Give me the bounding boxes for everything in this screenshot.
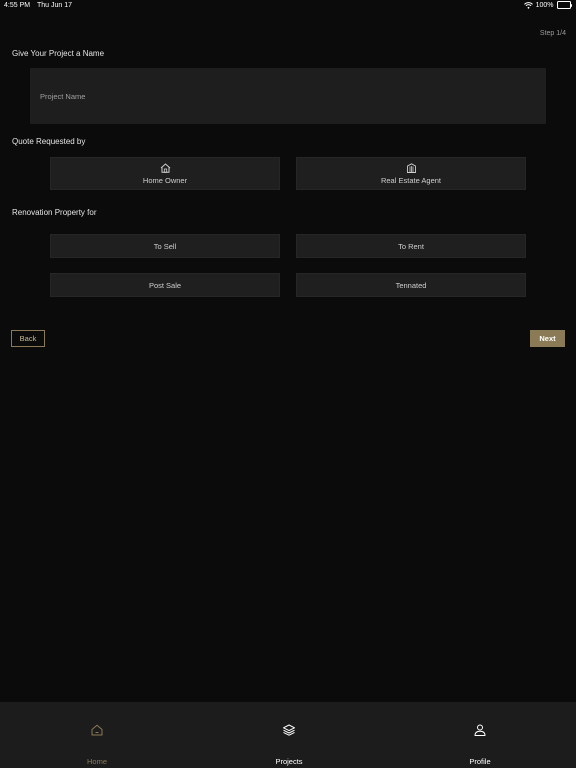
home-owner-label: Home Owner — [142, 175, 188, 185]
status-indicators: 100% — [523, 1, 572, 9]
tab-projects[interactable]: Projects — [229, 702, 349, 768]
home-owner-button[interactable]: Home Owner — [50, 157, 280, 190]
tab-projects-label: Projects — [275, 757, 303, 766]
building-icon — [406, 162, 417, 173]
status-bar: 4:55 PM Thu Jun 17 100% — [0, 0, 576, 12]
post-sale-label: Post Sale — [148, 280, 182, 290]
to-rent-label: To Rent — [398, 241, 424, 251]
tab-profile[interactable]: Profile — [420, 702, 540, 768]
tennated-button[interactable]: Tennated — [296, 273, 526, 297]
step-indicator: Step 1/4 — [539, 30, 566, 37]
home-icon — [160, 162, 171, 173]
project-name-input[interactable] — [30, 68, 546, 124]
post-sale-button[interactable]: Post Sale — [50, 273, 280, 297]
real-estate-agent-button[interactable]: Real Estate Agent — [296, 157, 526, 190]
battery-percent: 100% — [535, 1, 554, 9]
quote-requested-title: Quote Requested by — [12, 137, 86, 146]
to-sell-label: To Sell — [153, 241, 177, 251]
tab-profile-label: Profile — [469, 757, 491, 766]
tennated-label: Tennated — [395, 280, 427, 290]
battery-icon — [556, 1, 572, 9]
renovation-property-title: Renovation Property for — [12, 208, 97, 217]
tab-home[interactable]: Home — [37, 702, 157, 768]
project-name-title: Give Your Project a Name — [12, 49, 105, 58]
home-icon — [91, 724, 104, 736]
back-button[interactable]: Back — [11, 330, 45, 347]
status-time: 4:55 PM — [4, 2, 31, 9]
real-estate-agent-label: Real Estate Agent — [380, 175, 442, 185]
tab-home-label: Home — [86, 757, 107, 766]
user-icon — [474, 724, 486, 736]
screen: 4:55 PM Thu Jun 17 100% Step 1/4 Give Yo… — [0, 0, 576, 768]
to-rent-button[interactable]: To Rent — [296, 234, 526, 258]
layers-icon — [283, 724, 296, 736]
next-button[interactable]: Next — [530, 330, 565, 347]
to-sell-button[interactable]: To Sell — [50, 234, 280, 258]
tab-bar: Home Projects Profile — [0, 702, 576, 768]
status-date: Thu Jun 17 — [37, 2, 73, 9]
wifi-icon — [523, 1, 533, 9]
